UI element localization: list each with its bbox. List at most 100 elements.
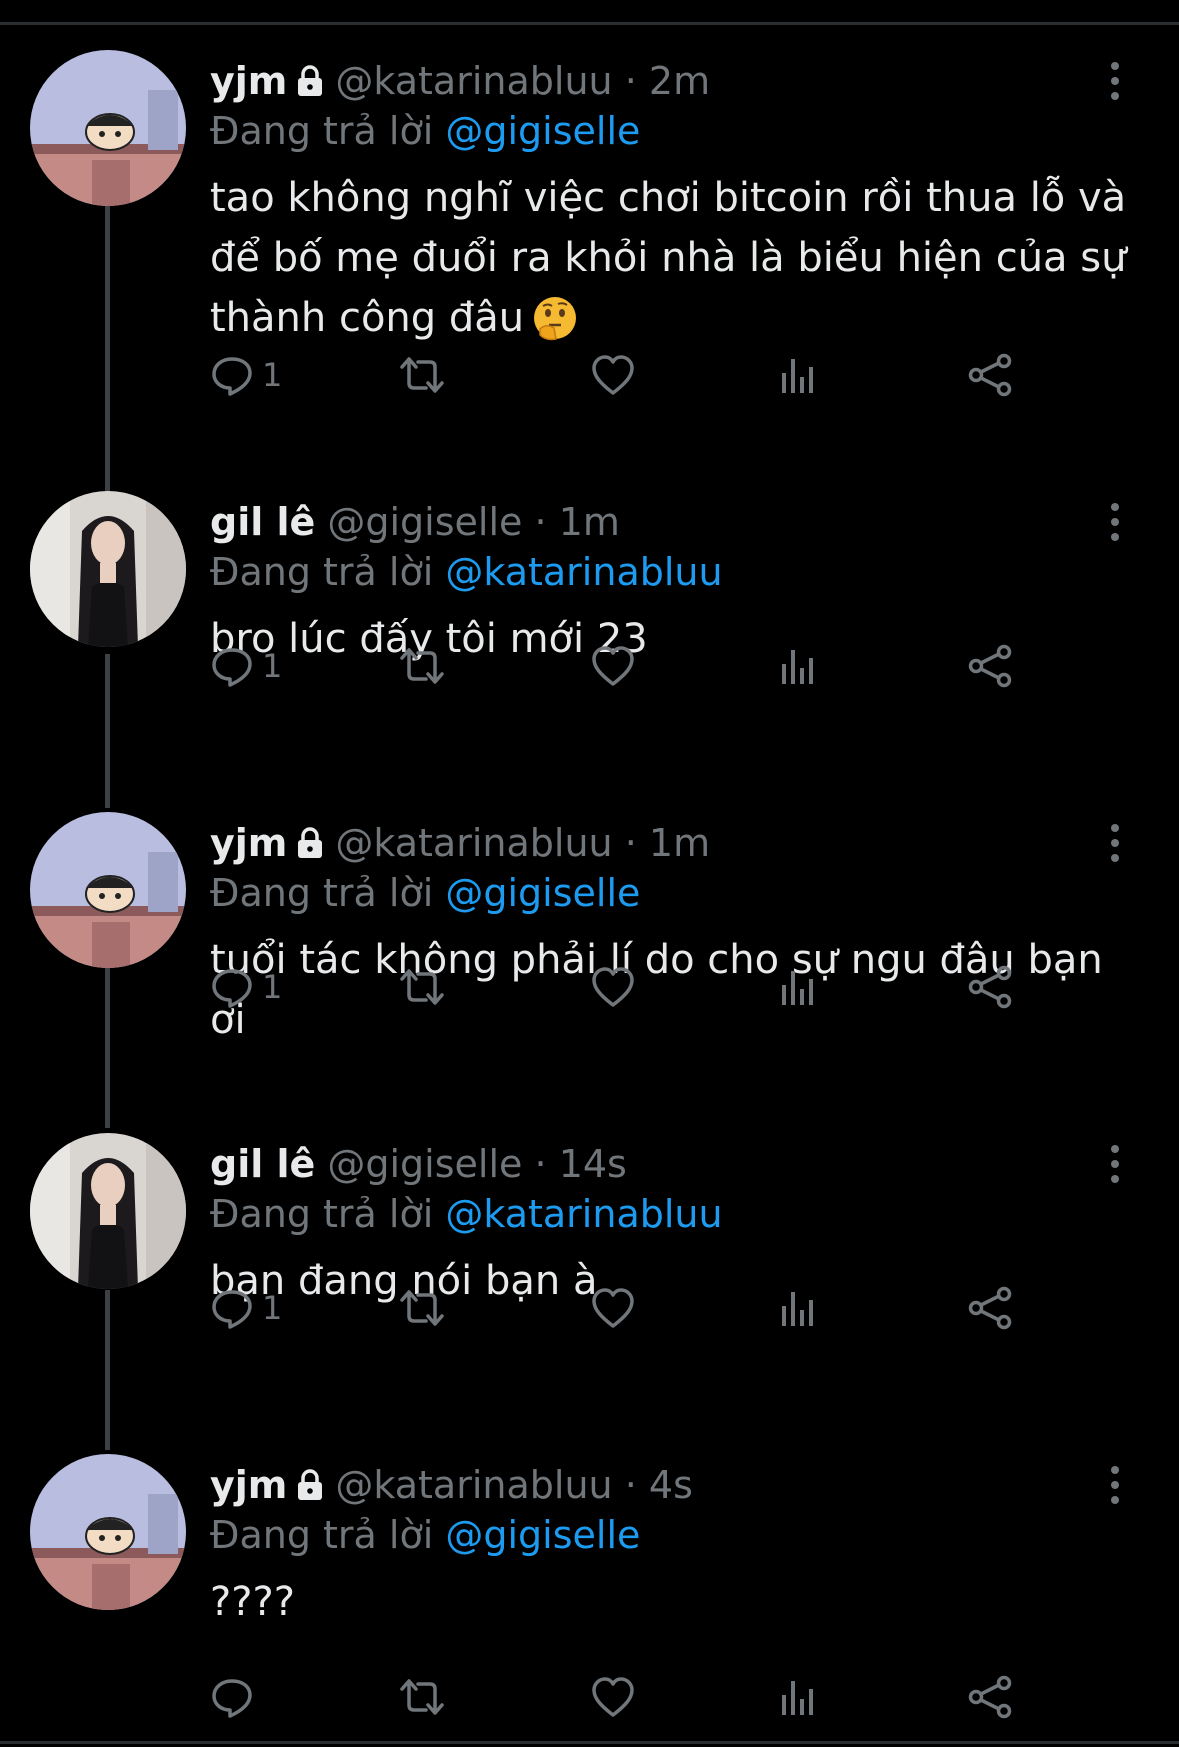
more-options-icon[interactable] [1100, 1143, 1130, 1185]
replying-to: Đang trả lời @gigiselle [210, 1510, 640, 1560]
retweet-button[interactable] [398, 350, 446, 400]
views-button[interactable] [778, 641, 818, 691]
heart-icon [592, 1288, 634, 1328]
avatar[interactable] [30, 812, 186, 968]
lock-icon [293, 1464, 327, 1514]
user-handle[interactable]: @katarinabluu [335, 59, 612, 103]
mention-link[interactable]: @katarinabluu [445, 1192, 722, 1236]
reply-button[interactable]: 1 [210, 350, 282, 400]
analytics-icon [782, 650, 813, 684]
share-icon [968, 1286, 1012, 1330]
heart-icon [592, 355, 634, 395]
photo-avatar-icon [30, 491, 186, 647]
like-button[interactable] [590, 1672, 636, 1722]
retweet-button[interactable] [398, 641, 446, 691]
more-options-icon[interactable] [1100, 822, 1130, 864]
user-handle[interactable]: @katarinabluu [335, 1463, 612, 1507]
cartoon-avatar-icon [30, 1454, 186, 1610]
reply-button[interactable]: 1 [210, 1283, 282, 1333]
timestamp[interactable]: 1m [559, 500, 620, 544]
views-button[interactable] [778, 350, 818, 400]
like-button[interactable] [590, 641, 636, 691]
thread-line [105, 968, 110, 1128]
lock-icon [293, 822, 327, 872]
mention-link[interactable]: @katarinabluu [445, 550, 722, 594]
retweet-button[interactable] [398, 1672, 446, 1722]
avatar[interactable] [30, 50, 186, 206]
timestamp[interactable]: 4s [649, 1463, 693, 1507]
heart-icon [592, 1677, 634, 1717]
tweet-header: yjm @katarinabluu · 4s [210, 1460, 693, 1510]
share-button[interactable] [966, 1672, 1014, 1722]
avatar[interactable] [30, 1454, 186, 1610]
display-name[interactable]: yjm [210, 821, 287, 865]
like-button[interactable] [590, 1283, 636, 1333]
heart-icon [592, 967, 634, 1007]
share-icon [968, 965, 1012, 1009]
replying-label: Đang trả lời [210, 1513, 434, 1557]
display-name[interactable]: yjm [210, 59, 287, 103]
views-button[interactable] [778, 962, 818, 1012]
separator: · [624, 821, 637, 865]
photo-avatar-icon [30, 1133, 186, 1289]
mention-link[interactable]: @gigiselle [445, 871, 640, 915]
separator: · [534, 500, 547, 544]
replying-to: Đang trả lời @katarinabluu [210, 1189, 723, 1239]
mention-link[interactable]: @gigiselle [445, 1513, 640, 1557]
analytics-icon [782, 971, 813, 1005]
reply-icon [212, 1290, 252, 1329]
retweet-icon [400, 969, 444, 1005]
user-handle[interactable]: @gigiselle [327, 1142, 522, 1186]
reply-count: 1 [262, 356, 283, 394]
share-button[interactable] [966, 641, 1014, 691]
thinking-face-emoji-icon [532, 295, 578, 358]
user-handle[interactable]: @gigiselle [327, 500, 522, 544]
reply-button[interactable] [210, 1672, 262, 1722]
mention-link[interactable]: @gigiselle [445, 109, 640, 153]
tweet-header: gil lê @gigiselle · 1m [210, 497, 620, 547]
retweet-button[interactable] [398, 962, 446, 1012]
cartoon-avatar-icon [30, 812, 186, 968]
replying-label: Đang trả lời [210, 109, 434, 153]
reply-button[interactable]: 1 [210, 641, 282, 691]
more-options-icon[interactable] [1100, 501, 1130, 543]
display-name[interactable]: gil lê [210, 500, 315, 544]
reply-icon [212, 1679, 252, 1718]
tweet-actions [210, 1672, 1130, 1722]
display-name[interactable]: gil lê [210, 1142, 315, 1186]
avatar[interactable] [30, 491, 186, 647]
cartoon-avatar-icon [30, 50, 186, 206]
display-name[interactable]: yjm [210, 1463, 287, 1507]
retweet-icon [400, 648, 444, 684]
timestamp[interactable]: 2m [649, 59, 710, 103]
timestamp[interactable]: 1m [649, 821, 710, 865]
share-button[interactable] [966, 1283, 1014, 1333]
share-button[interactable] [966, 350, 1014, 400]
thread-line [105, 1290, 110, 1450]
more-options-icon[interactable] [1100, 1464, 1130, 1506]
replying-to: Đang trả lời @gigiselle [210, 106, 640, 156]
reply-icon [212, 648, 252, 687]
retweet-button[interactable] [398, 1283, 446, 1333]
separator: · [534, 1142, 547, 1186]
more-options-icon[interactable] [1100, 60, 1130, 102]
reply-button[interactable]: 1 [210, 962, 282, 1012]
tweet-actions: 1 [210, 1283, 1130, 1333]
views-button[interactable] [778, 1672, 818, 1722]
user-handle[interactable]: @katarinabluu [335, 821, 612, 865]
timestamp[interactable]: 14s [559, 1142, 627, 1186]
tweet-actions: 1 [210, 641, 1130, 691]
views-button[interactable] [778, 1283, 818, 1333]
avatar[interactable] [30, 1133, 186, 1289]
reply-icon [212, 969, 252, 1008]
like-button[interactable] [590, 350, 636, 400]
top-divider [0, 22, 1179, 25]
reply-count: 1 [262, 1289, 283, 1327]
share-icon [968, 353, 1012, 397]
tweet-text-content: ???? [210, 1579, 295, 1625]
like-button[interactable] [590, 962, 636, 1012]
tweet-header: gil lê @gigiselle · 14s [210, 1139, 627, 1189]
share-button[interactable] [966, 962, 1014, 1012]
separator: · [624, 1463, 637, 1507]
reply-count: 1 [262, 647, 283, 685]
